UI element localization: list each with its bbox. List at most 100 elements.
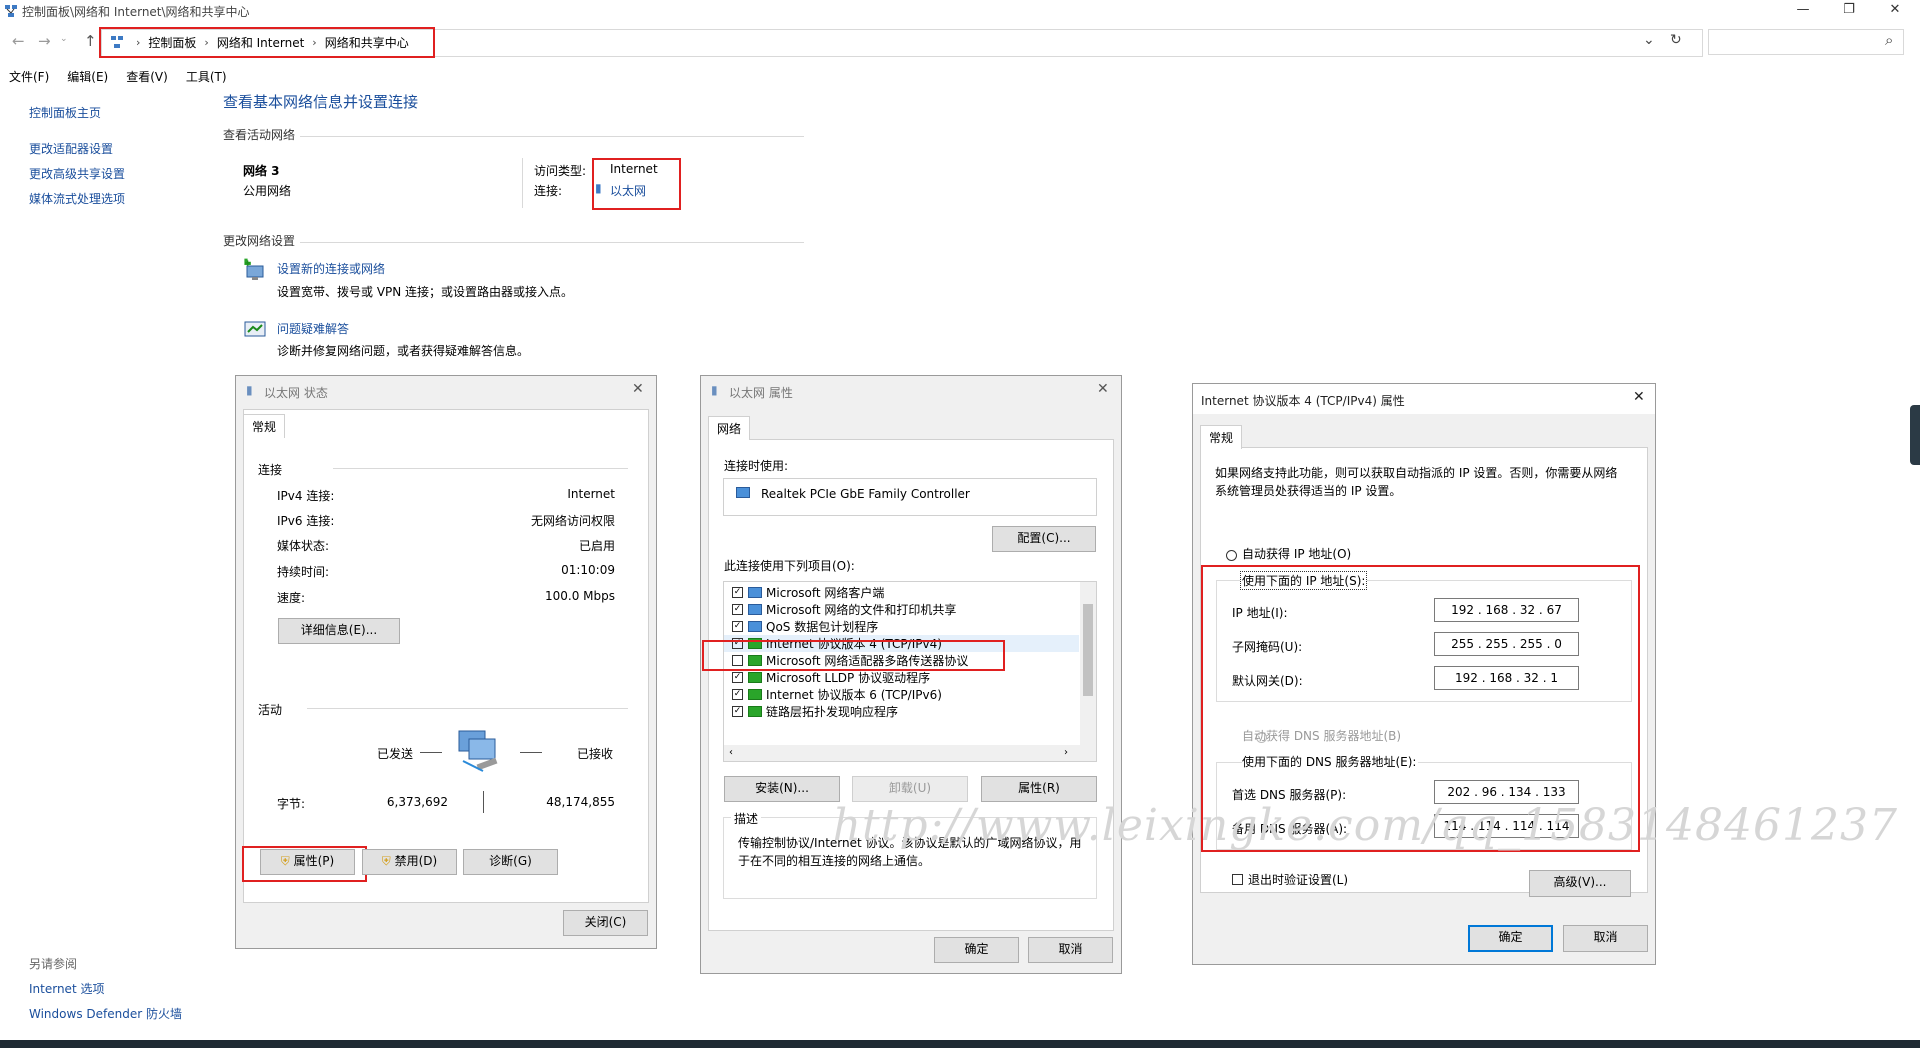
scrollbar-thumb[interactable] [1083,604,1093,696]
list-item-label: 链路层拓扑发现响应程序 [766,705,899,719]
divider [333,468,628,469]
tab-general[interactable]: 常规 [243,414,286,438]
bytes-label: 字节: [277,797,306,811]
close-button[interactable]: ✕ [1872,0,1918,22]
menu-view[interactable]: 查看(V) [117,66,177,88]
close-icon[interactable]: ✕ [632,381,644,397]
troubleshoot-icon [244,321,266,337]
chevron-right-icon: › [136,35,141,49]
recent-dropdown-icon[interactable]: ⌄ [60,34,68,44]
intro-text: 如果网络支持此功能，则可以获取自动指派的 IP 设置。否则，你需要从网络系统管理… [1215,466,1618,498]
disable-button[interactable]: ⛨ 禁用(D) [362,849,457,875]
file-sharing-icon [748,604,762,615]
vertical-scrollbar[interactable] [1080,582,1096,745]
close-icon[interactable]: ✕ [1633,389,1645,405]
horizontal-scrollbar[interactable]: ‹ › [724,745,1096,761]
ipv6-connection-label: IPv6 连接: [277,514,335,528]
menu-tools[interactable]: 工具(T) [177,66,236,88]
side-panel-handle[interactable] [1910,405,1920,465]
breadcrumb-control-panel[interactable]: 控制面板 [148,34,196,51]
maximize-button[interactable]: ❐ [1826,0,1872,22]
list-item[interactable]: ✓ QoS 数据包计划程序 [724,618,1079,635]
item-properties-button[interactable]: 属性(R) [981,776,1097,802]
checkbox[interactable]: ✓ [732,604,743,615]
list-item[interactable]: ✓ Internet 协议版本 6 (TCP/IPv6) [724,686,1079,703]
menu-bar: 文件(F) 编辑(E) 查看(V) 工具(T) [0,66,236,88]
watermark: http://www.leixingke.com/qq_158314846123… [832,800,1898,851]
forward-arrow-icon[interactable]: → [38,32,51,50]
search-icon: ⌕ [1885,31,1894,49]
divider [520,752,542,753]
chevron-right-icon: › [312,35,317,49]
divider [420,752,442,753]
tab-networking[interactable]: 网络 [708,416,751,440]
details-button[interactable]: 详细信息(E)... [278,618,400,644]
back-arrow-icon[interactable]: ← [12,32,25,50]
divider [307,708,628,709]
ethernet-icon: ▮ [246,383,253,397]
list-item[interactable]: ✓ Microsoft 网络客户端 [724,584,1079,601]
internet-options-link[interactable]: Internet 选项 [29,980,104,997]
taskbar [0,1040,1920,1048]
connect-using-label: 连接时使用: [724,459,789,473]
troubleshoot-link[interactable]: 问题疑难解答 [277,320,349,337]
configure-button[interactable]: 配置(C)... [992,526,1096,552]
sidebar-sharing-settings-link[interactable]: 更改高级共享设置 [29,165,125,182]
shield-icon: ⛨ [381,854,391,868]
ok-button[interactable]: 确定 [934,937,1019,963]
chevron-right-icon[interactable]: › [1064,745,1068,761]
auto-ip-radio[interactable] [1226,550,1237,561]
validate-checkbox[interactable] [1232,874,1243,885]
checkbox[interactable]: ✓ [732,587,743,598]
refresh-icon[interactable]: ↻ [1670,32,1682,48]
divider [300,136,804,137]
checkbox[interactable]: ✓ [732,621,743,632]
firewall-link[interactable]: Windows Defender 防火墙 [29,1005,182,1022]
uninstall-button: 卸载(U) [852,776,968,802]
media-state-label: 媒体状态: [277,539,330,553]
bytes-sent-value: 6,373,692 [386,795,448,809]
sidebar-adapter-settings-link[interactable]: 更改适配器设置 [29,140,113,157]
install-button[interactable]: 安装(N)... [724,776,840,802]
cancel-button[interactable]: 取消 [1028,937,1113,963]
sidebar-home-link[interactable]: 控制面板主页 [29,104,101,121]
list-item[interactable]: ✓ Microsoft LLDP 协议驱动程序 [724,669,1079,686]
divider [300,242,804,243]
breadcrumb: › 控制面板 › 网络和 Internet › 网络和共享中心 [128,29,409,55]
list-item[interactable]: ✓ Microsoft 网络的文件和打印机共享 [724,601,1079,618]
components-list[interactable]: ✓ Microsoft 网络客户端 ✓ Microsoft 网络的文件和打印机共享 … [723,581,1097,762]
address-dropdown-icon[interactable]: ⌄ [1643,32,1655,48]
checkbox[interactable]: ✓ [732,672,743,683]
speed-value: 100.0 Mbps [544,589,615,603]
minimize-button[interactable]: — [1780,0,1826,22]
list-item-label: Microsoft LLDP 协议驱动程序 [766,671,931,685]
menu-file[interactable]: 文件(F) [0,66,58,88]
network-type: 公用网络 [243,184,292,198]
qos-icon [748,621,762,632]
breadcrumb-network-internet[interactable]: 网络和 Internet [217,34,304,51]
network-client-icon [748,587,762,598]
close-dialog-button[interactable]: 关闭(C) [563,910,648,936]
checkbox[interactable]: ✓ [732,706,743,717]
checkbox[interactable]: ✓ [732,689,743,700]
diagnose-button[interactable]: 诊断(G) [463,849,558,875]
title-bar: 控制面板\网络和 Internet\网络和共享中心 — ❐ ✕ [0,0,1920,22]
close-icon[interactable]: ✕ [1097,381,1109,397]
tab-general[interactable]: 常规 [1200,425,1243,449]
up-arrow-icon[interactable]: ↑ [84,32,97,50]
dialog-title: 以太网 状态 [264,386,328,400]
change-settings-heading: 更改网络设置 [223,234,296,248]
breadcrumb-network-center[interactable]: 网络和共享中心 [325,34,409,51]
ok-button[interactable]: 确定 [1468,925,1553,952]
menu-edit[interactable]: 编辑(E) [58,66,117,88]
setup-connection-link[interactable]: 设置新的连接或网络 [277,260,385,277]
network-name: 网络 3 [243,164,280,178]
sidebar-media-streaming-link[interactable]: 媒体流式处理选项 [29,190,125,207]
search-input[interactable] [1708,29,1904,55]
cancel-button[interactable]: 取消 [1563,925,1648,952]
list-item[interactable]: ✓ 链路层拓扑发现响应程序 [724,703,1079,720]
advanced-button[interactable]: 高级(V)... [1529,870,1631,897]
see-also-heading: 另请参阅 [29,957,78,971]
duration-value: 01:10:09 [561,563,615,577]
chevron-left-icon[interactable]: ‹ [729,747,733,758]
